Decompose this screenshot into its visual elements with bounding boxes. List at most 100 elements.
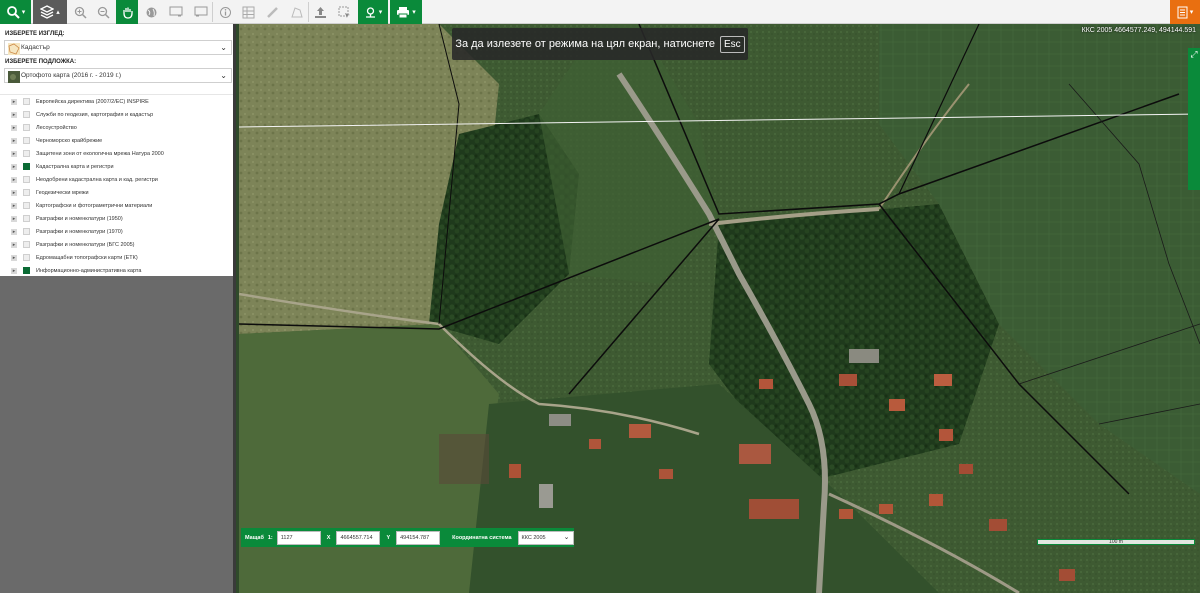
layer-label: Черноморско крайбрежие (36, 137, 103, 144)
layers-button[interactable]: ▴ (33, 0, 67, 24)
chevron-down-icon: ⌄ (220, 71, 227, 80)
scale-label: Мащаб (245, 534, 264, 541)
sidebar: ИЗБЕРЕТЕ ИЗГЛЕД: Кадастър ⌄ ИЗБЕРЕТЕ ПОД… (0, 24, 236, 593)
scale-input[interactable]: 1127 (276, 530, 321, 545)
expand-icon[interactable]: ▸ (11, 254, 17, 261)
layer-row[interactable]: ▸ Лесоустройство (0, 121, 233, 134)
cursor-coordinates: ККС 2005 4664577.249, 494144.591 (1081, 27, 1196, 34)
scale-bar-label: 100 m (1109, 539, 1123, 545)
expand-icon[interactable]: ▸ (11, 111, 17, 118)
info-button[interactable] (215, 0, 235, 24)
layer-checkbox[interactable] (23, 267, 30, 274)
layer-row[interactable]: ▸ Кадастрална карта и регистри (0, 160, 233, 173)
print-button[interactable]: ▾ (390, 0, 422, 24)
layer-label: Европейска директива (2007/2/ЕС) INSPIRE (36, 98, 149, 105)
next-extent-button[interactable] (191, 0, 211, 24)
layer-row[interactable]: ▸ Геодезически мрежи (0, 186, 233, 199)
layer-checkbox[interactable] (23, 254, 30, 261)
layer-label: Едромащабни топографски карти (ЕТК) (36, 254, 138, 261)
chevron-down-icon: ▾ (1189, 9, 1194, 16)
previous-extent-button[interactable] (166, 0, 186, 24)
measure-length-button[interactable] (262, 0, 282, 24)
crs-select[interactable]: ККС 2005 ⌄ (517, 530, 574, 545)
layer-label: Геодезически мрежи (36, 189, 89, 196)
location-button[interactable]: ▾ (358, 0, 388, 24)
layer-row[interactable]: ▸ Черноморско крайбрежие (0, 134, 233, 147)
expand-icon[interactable]: ▸ (11, 137, 17, 144)
upload-button[interactable] (310, 0, 330, 24)
orthophoto-map[interactable] (239, 24, 1200, 593)
basemap-select[interactable]: Ортофото карта (2016 г. - 2019 г.) ⌄ (4, 68, 232, 83)
main-menu-button[interactable]: ▾ (1170, 0, 1200, 24)
layer-row[interactable]: ▸ Разграфки и номенклатури (1970) (0, 225, 233, 238)
expand-icon[interactable]: ▸ (11, 215, 17, 222)
zoom-out-icon (97, 6, 110, 19)
layer-checkbox[interactable] (23, 228, 30, 235)
fullscreen-notice-text: За да излезете от режима на цял екран, н… (455, 38, 715, 50)
expand-icon[interactable]: ▸ (11, 98, 17, 105)
expand-icon[interactable]: ▸ (11, 176, 17, 183)
globe-button[interactable] (141, 0, 161, 24)
y-coordinate-input[interactable]: 494154.787 (396, 530, 441, 545)
expand-icon[interactable]: ▸ (11, 267, 17, 274)
expand-icon[interactable]: ▸ (11, 124, 17, 131)
map-canvas[interactable]: ⤢ (239, 24, 1200, 593)
layer-checkbox[interactable] (23, 98, 30, 105)
chevron-down-icon: ▾ (378, 9, 383, 16)
layers-icon (40, 5, 55, 19)
chevron-down-icon: ▾ (412, 9, 416, 16)
expand-icon[interactable]: ▸ (11, 241, 17, 248)
layer-checkbox[interactable] (23, 163, 30, 170)
layer-checkbox[interactable] (23, 137, 30, 144)
expand-icon[interactable]: ▸ (11, 163, 17, 170)
zoom-out-button[interactable] (93, 0, 113, 24)
select-button[interactable] (334, 0, 354, 24)
previous-extent-icon (169, 6, 183, 18)
expand-icon[interactable]: ▸ (11, 202, 17, 209)
chevron-down-icon: ⌄ (563, 533, 570, 541)
expand-icon[interactable]: ▸ (11, 189, 17, 196)
layer-checkbox[interactable] (23, 202, 30, 209)
basemap-label: ИЗБЕРЕТЕ ПОДЛОЖКА: (5, 59, 77, 65)
layer-row[interactable]: ▸ Едромащабни топографски карти (ЕТК) (0, 251, 233, 264)
layer-label: Картографски и фотограметрични материали (36, 202, 153, 209)
layer-row[interactable]: ▸ Разграфки и номенклатури (БГС 2005) (0, 238, 233, 251)
layer-checkbox[interactable] (23, 189, 30, 196)
measure-length-icon (266, 6, 279, 19)
layer-row[interactable]: ▸ Европейска директива (2007/2/ЕС) INSPIR… (0, 95, 233, 108)
view-select[interactable]: Кадастър ⌄ (4, 40, 232, 55)
layer-row[interactable]: ▸ Информационно-административна карта (0, 264, 233, 277)
layer-label: Лесоустройство (36, 124, 77, 131)
layer-row[interactable]: ▸ Служби по геодезия, картография и кадас… (0, 108, 233, 121)
pan-button[interactable] (116, 0, 138, 24)
expand-icon[interactable]: ▸ (11, 150, 17, 157)
orthophoto-icon (8, 70, 20, 83)
select-icon (338, 6, 351, 19)
layer-checkbox[interactable] (23, 111, 30, 118)
x-coordinate-input[interactable]: 4664557.714 (336, 530, 381, 545)
zoom-in-button[interactable] (70, 0, 90, 24)
layer-row[interactable]: ▸ Неодобрени кадастрална карта и кад. рег… (0, 173, 233, 186)
expand-icon[interactable]: ⤢ (1188, 48, 1200, 61)
layer-label: Информационно-административна карта (36, 267, 142, 274)
layer-checkbox[interactable] (23, 241, 30, 248)
next-extent-icon (194, 6, 208, 18)
search-button[interactable]: ▾ (0, 0, 31, 24)
grid-button[interactable] (238, 0, 258, 24)
toolbar: ▾ ▴ ▾ ▾ ▾ (0, 0, 1200, 24)
layer-checkbox[interactable] (23, 215, 30, 222)
fullscreen-notice: За да излезете от режима на цял екран, н… (452, 28, 748, 60)
layer-checkbox[interactable] (23, 124, 30, 131)
layer-row[interactable]: ▸ Картографски и фотограметрични материал… (0, 199, 233, 212)
expand-icon[interactable]: ▸ (11, 228, 17, 235)
layer-checkbox[interactable] (23, 176, 30, 183)
layer-row[interactable]: ▸ Разграфки и номенклатури (1950) (0, 212, 233, 225)
layer-row[interactable]: ▸ Защитени зони от екологична мрежа Натур… (0, 147, 233, 160)
menu-icon (1177, 6, 1188, 19)
layer-panel: ИЗБЕРЕТЕ ИЗГЛЕД: Кадастър ⌄ ИЗБЕРЕТЕ ПОД… (0, 24, 233, 276)
pan-hand-icon (121, 6, 134, 19)
scale-bar: 100 m (1037, 539, 1195, 545)
y-label: Y (386, 534, 391, 541)
measure-area-button[interactable] (286, 0, 306, 24)
layer-checkbox[interactable] (23, 150, 30, 157)
